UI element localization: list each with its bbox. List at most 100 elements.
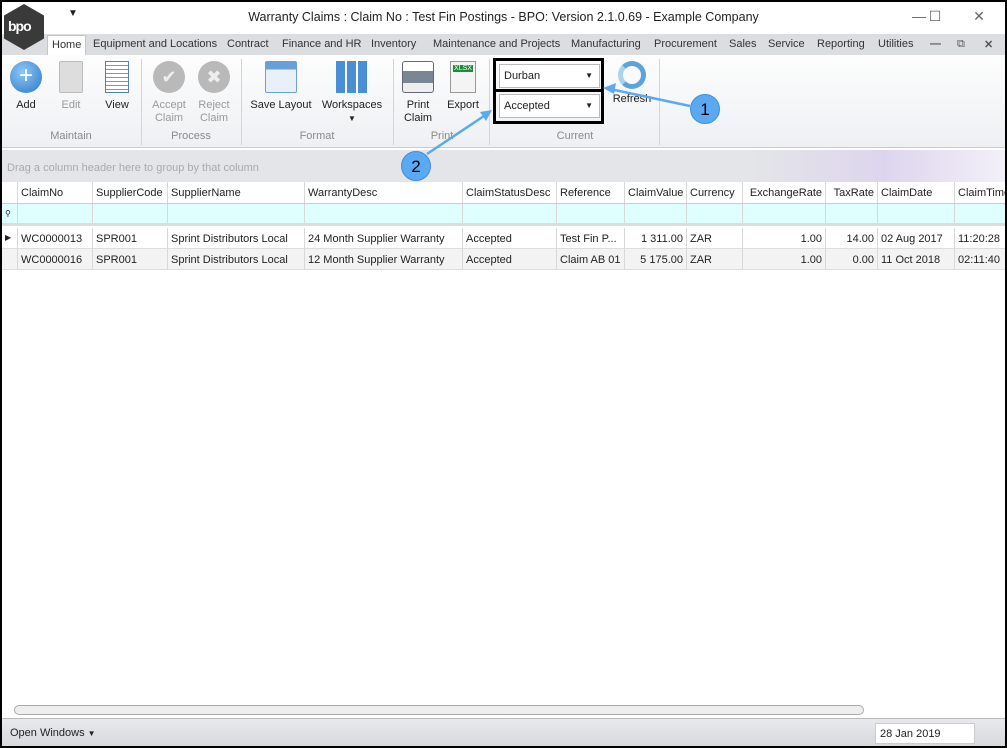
filter-cell[interactable] bbox=[463, 204, 557, 223]
table-cell: 02:11:40 bbox=[955, 249, 1005, 269]
filter-cell[interactable] bbox=[878, 204, 955, 223]
table-cell: Sprint Distributors Local bbox=[168, 228, 305, 248]
export-button[interactable]: XLSX Export bbox=[442, 61, 484, 112]
scrollbar-thumb[interactable] bbox=[14, 705, 864, 715]
x-icon: ✖ bbox=[198, 61, 230, 93]
date-field[interactable]: 28 Jan 2019 bbox=[875, 723, 975, 744]
tab-finance[interactable]: Finance and HR bbox=[282, 38, 362, 50]
column-header[interactable]: ClaimNo bbox=[18, 182, 93, 203]
grid-header: ClaimNo SupplierCode SupplierName WarrantyD… bbox=[2, 182, 1005, 204]
xlsx-export-icon: XLSX bbox=[450, 61, 476, 93]
filter-row[interactable]: ⚲ bbox=[2, 204, 1005, 226]
maximize-button[interactable]: ☐ bbox=[920, 8, 950, 25]
column-header[interactable]: Reference bbox=[557, 182, 625, 203]
column-header[interactable]: ClaimValue bbox=[625, 182, 687, 203]
add-button[interactable]: + Add bbox=[7, 61, 45, 112]
table-cell: 14.00 bbox=[826, 228, 878, 248]
group-label-print: Print bbox=[430, 130, 454, 142]
tab-service[interactable]: Service bbox=[768, 38, 805, 50]
edit-button[interactable]: Edit bbox=[52, 61, 90, 112]
open-windows-button[interactable]: Open Windows ▼ bbox=[10, 727, 96, 739]
horizontal-scrollbar[interactable] bbox=[6, 704, 996, 716]
tab-inventory[interactable]: Inventory bbox=[371, 38, 416, 50]
column-header[interactable]: ClaimStatusDesc bbox=[463, 182, 557, 203]
table-cell: 11:20:28 bbox=[955, 228, 1005, 248]
column-header[interactable]: ClaimDate bbox=[878, 182, 955, 203]
column-header[interactable]: ExchangeRate bbox=[743, 182, 826, 203]
table-cell: Accepted bbox=[463, 228, 557, 248]
filter-cell[interactable] bbox=[955, 204, 1005, 223]
tab-utilities[interactable]: Utilities bbox=[878, 38, 913, 50]
group-by-panel[interactable]: Drag a column header here to group by th… bbox=[2, 150, 1005, 182]
tab-home[interactable]: Home bbox=[47, 35, 87, 55]
table-cell: Test Fin P... bbox=[557, 228, 625, 248]
group-label-format: Format bbox=[299, 130, 335, 142]
menu-tabs: Home Equipment and Locations Contract Fi… bbox=[2, 34, 1005, 55]
filter-cell[interactable] bbox=[625, 204, 687, 223]
check-icon: ✔ bbox=[153, 61, 185, 93]
save-layout-icon bbox=[265, 61, 297, 93]
tab-reporting[interactable]: Reporting bbox=[817, 38, 865, 50]
reject-claim-button[interactable]: ✖ Reject Claim bbox=[192, 61, 236, 125]
column-header[interactable]: TaxRate bbox=[826, 182, 878, 203]
tab-equipment[interactable]: Equipment and Locations bbox=[93, 38, 217, 50]
claims-grid: ClaimNo SupplierCode SupplierName WarrantyD… bbox=[2, 182, 1005, 702]
table-cell: 12 Month Supplier Warranty bbox=[305, 249, 463, 269]
highlight-divider bbox=[493, 89, 604, 92]
column-header[interactable]: Currency bbox=[687, 182, 743, 203]
row-indicator-icon: ▶ bbox=[2, 228, 18, 248]
filter-cell[interactable] bbox=[93, 204, 168, 223]
table-cell: ZAR bbox=[687, 249, 743, 269]
group-label-current: Current bbox=[556, 130, 594, 142]
column-header[interactable]: SupplierCode bbox=[93, 182, 168, 203]
tab-procurement[interactable]: Procurement bbox=[654, 38, 717, 50]
refresh-button[interactable]: Refresh bbox=[607, 61, 657, 106]
table-cell: 1 311.00 bbox=[625, 228, 687, 248]
group-label-process: Process bbox=[171, 130, 211, 142]
chevron-down-icon: ▼ bbox=[348, 114, 356, 123]
tab-maintenance[interactable]: Maintenance and Projects bbox=[433, 38, 560, 50]
table-cell: 5 175.00 bbox=[625, 249, 687, 269]
table-cell: 1.00 bbox=[743, 228, 826, 248]
separator bbox=[659, 59, 660, 145]
filter-cell[interactable] bbox=[557, 204, 625, 223]
filter-cell[interactable] bbox=[743, 204, 826, 223]
column-header[interactable]: WarrantyDesc bbox=[305, 182, 463, 203]
printer-icon bbox=[402, 61, 434, 93]
tab-sales[interactable]: Sales bbox=[729, 38, 757, 50]
mdi-minimize-icon[interactable]: — bbox=[930, 38, 941, 50]
table-cell: 11 Oct 2018 bbox=[878, 249, 955, 269]
mdi-close-icon[interactable]: ✕ bbox=[984, 38, 993, 51]
filter-cell[interactable] bbox=[18, 204, 93, 223]
status-bar: Open Windows ▼ 28 Jan 2019 bbox=[2, 718, 1005, 746]
view-document-icon bbox=[105, 61, 129, 93]
close-button[interactable]: ✕ bbox=[964, 8, 994, 25]
table-cell: ZAR bbox=[687, 228, 743, 248]
table-row[interactable]: ▶ WC0000013 SPR001 Sprint Distributors Loca… bbox=[2, 228, 1005, 249]
row-indicator bbox=[2, 249, 18, 269]
filter-cell[interactable] bbox=[305, 204, 463, 223]
table-row[interactable]: WC0000016 SPR001 Sprint Distributors Local… bbox=[2, 249, 1005, 270]
app-window: Warranty Claims : Claim No : Test Fin Po… bbox=[2, 2, 1005, 746]
table-cell: 02 Aug 2017 bbox=[878, 228, 955, 248]
tab-contract[interactable]: Contract bbox=[227, 38, 269, 50]
table-cell: Sprint Distributors Local bbox=[168, 249, 305, 269]
table-cell: Claim AB 01 bbox=[557, 249, 625, 269]
quick-access-dropdown-icon[interactable]: ▼ bbox=[68, 8, 78, 19]
filter-cell[interactable] bbox=[168, 204, 305, 223]
view-button[interactable]: View bbox=[98, 61, 136, 112]
workspaces-button[interactable]: Workspaces ▼ bbox=[320, 61, 384, 125]
tab-manufacturing[interactable]: Manufacturing bbox=[571, 38, 641, 50]
save-layout-button[interactable]: Save Layout bbox=[246, 61, 316, 112]
mdi-restore-icon[interactable]: ⧉ bbox=[957, 38, 965, 51]
table-cell: SPR001 bbox=[93, 249, 168, 269]
table-cell: 0.00 bbox=[826, 249, 878, 269]
column-header[interactable]: SupplierName bbox=[168, 182, 305, 203]
print-claim-button[interactable]: Print Claim bbox=[398, 61, 438, 125]
column-header[interactable]: ClaimTime bbox=[955, 182, 1005, 203]
filter-cell[interactable] bbox=[687, 204, 743, 223]
table-cell: 24 Month Supplier Warranty bbox=[305, 228, 463, 248]
group-label-maintain: Maintain bbox=[50, 130, 92, 142]
filter-cell[interactable] bbox=[826, 204, 878, 223]
accept-claim-button[interactable]: ✔ Accept Claim bbox=[147, 61, 191, 125]
